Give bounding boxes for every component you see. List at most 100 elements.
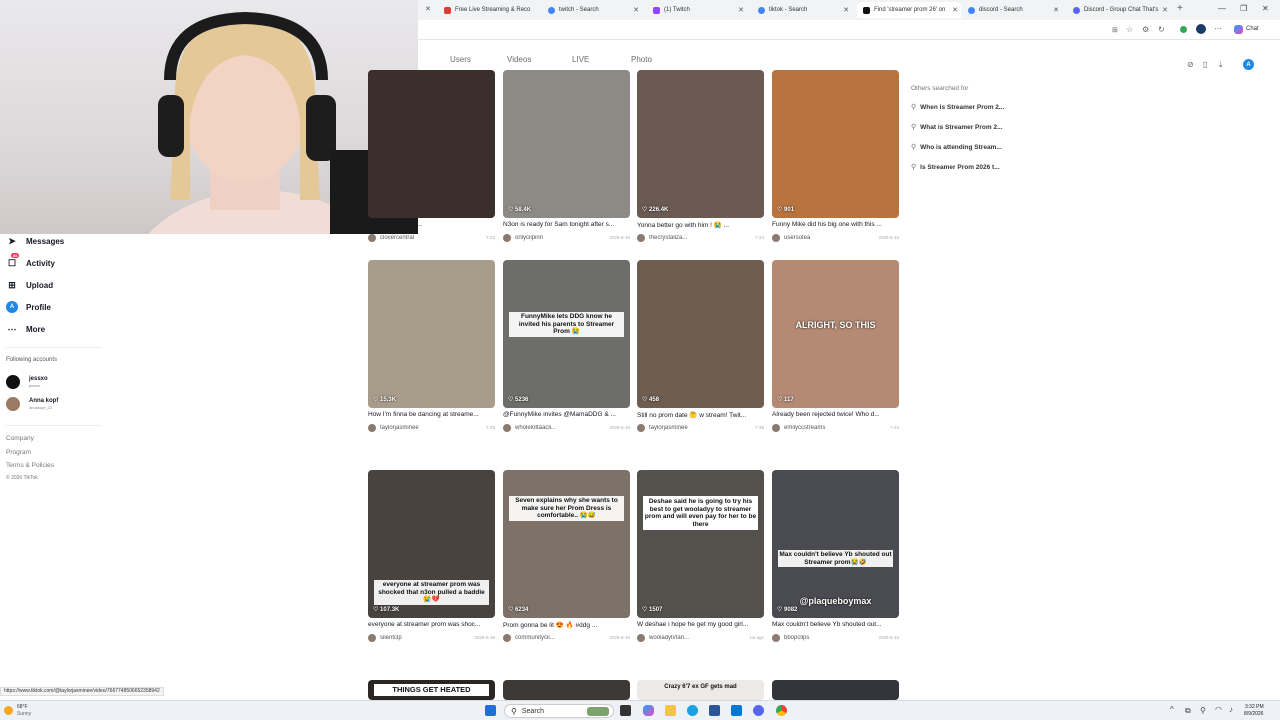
video-thumbnail[interactable]	[368, 70, 495, 218]
browser-tab[interactable]: discord - Search ✕	[962, 2, 1062, 18]
video-thumbnail[interactable]: Deshae said he is going to try his best …	[637, 470, 764, 618]
windows-start-icon[interactable]	[485, 705, 496, 716]
close-tab-icon[interactable]: ✕	[633, 6, 639, 14]
close-tab-icon[interactable]: ✕	[952, 6, 958, 14]
tab-live[interactable]: LIVE	[572, 55, 589, 64]
extension-green-icon[interactable]	[1180, 26, 1187, 33]
avatar[interactable]	[503, 233, 511, 242]
video-username[interactable]: wooladytvfan...	[649, 635, 745, 641]
video-caption[interactable]: W deshae i hope he get my good girl...	[637, 621, 764, 630]
mail-icon[interactable]	[731, 705, 742, 716]
profile-avatar-icon[interactable]: A	[1243, 59, 1254, 70]
edge-browser-icon[interactable]	[687, 705, 698, 716]
video-username[interactable]: onlyclipinn	[515, 235, 605, 241]
tablet-icon[interactable]: ▯	[1203, 60, 1207, 69]
video-thumbnail[interactable]: ♡ 458	[637, 260, 764, 408]
video-caption[interactable]: How I'm finna be dancing at streame...	[368, 411, 495, 420]
video-username[interactable]: emilyccstreams	[784, 425, 886, 431]
avatar[interactable]	[368, 423, 376, 432]
discord-icon[interactable]	[753, 705, 764, 716]
video-thumbnail[interactable]: ♡ 15.3K	[368, 260, 495, 408]
video-card[interactable]: Seven explains why she wants to make sur…	[503, 470, 630, 642]
avatar[interactable]	[368, 233, 376, 242]
sidebar-item-activity[interactable]: ☐ 85 Activity	[6, 253, 55, 271]
footer-link-program[interactable]: Program	[6, 449, 31, 456]
video-caption[interactable]: Prom gonna be lit 😍 🔥 #ddg ...	[503, 621, 630, 630]
maximize-window-icon[interactable]: ❐	[1240, 4, 1247, 13]
address-bar[interactable]: ⊞ ☆ ⚙ ↻ ⋯ Chat	[418, 20, 1280, 40]
close-tab-icon[interactable]: ✕	[843, 6, 849, 14]
video-card[interactable]: THINGS GET HEATED	[368, 680, 495, 700]
video-caption[interactable]: everyone at streamer prom was shoc...	[368, 621, 495, 630]
video-username[interactable]: silentclp	[380, 635, 470, 641]
tray-chevron-icon[interactable]: ^	[1170, 705, 1174, 714]
tray-app-icon[interactable]: ⚲	[1200, 706, 1206, 715]
new-tab-button[interactable]: +	[1177, 3, 1183, 14]
video-thumbnail[interactable]: THINGS GET HEATED	[368, 680, 495, 700]
profile-avatar-icon[interactable]	[1196, 24, 1206, 34]
download-icon[interactable]: ⤓	[1219, 60, 1223, 70]
video-caption[interactable]: Funny Mike did his big one with this ...	[772, 221, 899, 230]
video-thumbnail[interactable]	[503, 680, 630, 700]
video-card[interactable]: ♡ 226.4K Yonna better go with him ! 😭 ...…	[637, 70, 764, 242]
copilot-icon[interactable]	[1234, 25, 1243, 34]
video-card[interactable]: everyone at streamer prom was shocked th…	[368, 470, 495, 642]
avatar[interactable]	[772, 233, 780, 242]
avatar[interactable]	[503, 423, 511, 432]
extension-puzzle-icon[interactable]: ⚙	[1142, 25, 1149, 34]
avatar[interactable]	[772, 633, 780, 642]
video-thumbnail[interactable]: ♡ 226.4K	[637, 70, 764, 218]
sidebar-item-upload[interactable]: ⊞ Upload	[6, 277, 53, 293]
video-card[interactable]: Deshae said he is going to try his best …	[637, 470, 764, 642]
refresh-icon[interactable]: ↻	[1158, 25, 1165, 34]
video-card[interactable]: ♡ 901 Funny Mike did his big one with thi…	[772, 70, 899, 242]
sidebar-item-profile[interactable]: A Profile	[6, 299, 51, 315]
video-card[interactable]	[503, 680, 630, 700]
clock-time[interactable]: 3:32 PM	[1245, 704, 1264, 710]
video-username[interactable]: usersotea	[784, 235, 874, 241]
video-username[interactable]: wholelottaacli...	[515, 425, 605, 431]
video-caption[interactable]: Still no prom date 🤔 w stream! Twit...	[637, 411, 764, 420]
browser-tab[interactable]: Free Live Streaming & Reco	[438, 2, 538, 18]
video-thumbnail[interactable]: ALRIGHT, SO THIS ♡ 117	[772, 260, 899, 408]
avatar[interactable]	[637, 633, 645, 642]
video-caption[interactable]: @FunnyMike invites @MamaDDG & ...	[503, 411, 630, 420]
video-username[interactable]: thecrystaliza...	[649, 235, 751, 241]
tab-videos[interactable]: Videos	[507, 55, 531, 64]
suggested-search-item[interactable]: ⚲ When is Streamer Prom 2...	[911, 103, 1004, 112]
suggested-search-item[interactable]: ⚲ What is Streamer Prom 2...	[911, 123, 1003, 132]
clock-date[interactable]: 8/9/2026	[1244, 711, 1263, 717]
account-item[interactable]: jessxo jessxo	[6, 375, 48, 389]
taskbar-search-input[interactable]: ⚲ Search	[504, 704, 614, 718]
video-caption[interactable]: Yonna better go with him ! 😭 ...	[637, 221, 764, 230]
footer-link-company[interactable]: Company	[6, 435, 34, 442]
video-card[interactable]: ♡ 458 Still no prom date 🤔 w stream! Twit…	[637, 260, 764, 432]
video-card[interactable]: ♡ 58.4K N3on is ready for Sam tonight aft…	[503, 70, 630, 242]
video-username[interactable]: communitycli...	[515, 635, 605, 641]
video-card[interactable]: Max couldn't believe Yb shouted out Stre…	[772, 470, 899, 642]
video-card[interactable]: Crazy 6'7 ex GF gets mad	[637, 680, 764, 700]
task-view-icon[interactable]	[620, 705, 631, 716]
tab-photo[interactable]: Photo	[631, 55, 652, 64]
avatar[interactable]	[637, 233, 645, 242]
video-card[interactable]: ♡ 15.3K How I'm finna be dancing at strea…	[368, 260, 495, 432]
browser-tab[interactable]: (1) Twitch ✕	[647, 2, 747, 18]
video-caption[interactable]: Already been rejected twice! Who d...	[772, 411, 899, 420]
browser-tab[interactable]: tiktok - Search ✕	[752, 2, 852, 18]
avatar[interactable]	[503, 633, 511, 642]
minimize-window-icon[interactable]: —	[1218, 4, 1226, 13]
avatar[interactable]	[637, 423, 645, 432]
video-thumbnail[interactable]: FunnyMike lets DDG know he invited his p…	[503, 260, 630, 408]
video-thumbnail[interactable]: Max couldn't believe Yb shouted out Stre…	[772, 470, 899, 618]
video-card[interactable]	[772, 680, 899, 700]
video-card[interactable]: FunnyMike lets DDG know he invited his p…	[503, 260, 630, 432]
avatar[interactable]	[368, 633, 376, 642]
video-username[interactable]: taylorjasminee	[649, 425, 751, 431]
avatar[interactable]	[772, 423, 780, 432]
video-thumbnail[interactable]: everyone at streamer prom was shocked th…	[368, 470, 495, 618]
close-tab-icon[interactable]: ✕	[738, 6, 744, 14]
video-username[interactable]: taylorjasminee	[380, 425, 482, 431]
close-tab-icon[interactable]: ✕	[1162, 6, 1168, 14]
video-thumbnail[interactable]	[772, 680, 899, 700]
file-explorer-icon[interactable]	[665, 705, 676, 716]
